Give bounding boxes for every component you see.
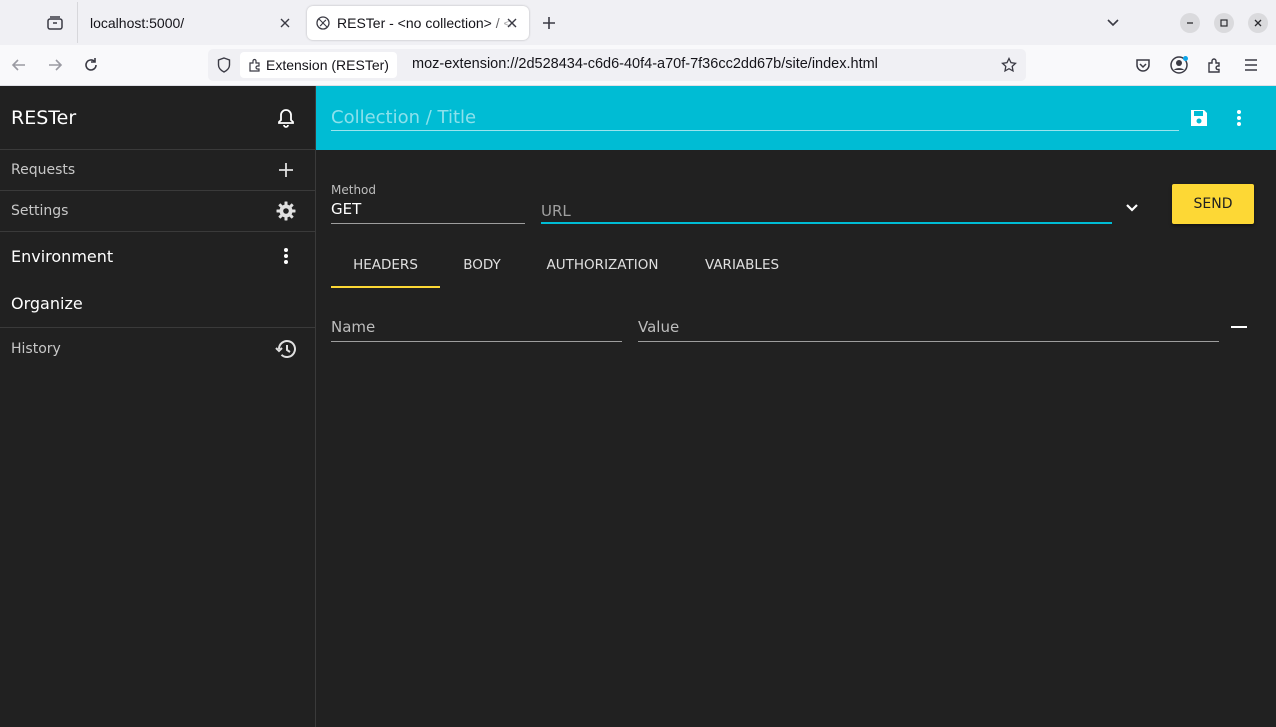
sidebar-item-environment[interactable]: Environment bbox=[0, 232, 315, 280]
tab-authorization[interactable]: AUTHORIZATION bbox=[524, 242, 681, 288]
bookmark-star-icon[interactable] bbox=[998, 54, 1020, 76]
save-icon[interactable] bbox=[1187, 106, 1211, 130]
method-select[interactable]: GET bbox=[331, 199, 525, 224]
request-tabs: HEADERS BODY AUTHORIZATION VARIABLES bbox=[331, 242, 803, 288]
maximize-icon[interactable] bbox=[1214, 13, 1234, 33]
sidebar-item-label: Organize bbox=[11, 294, 83, 313]
app-title: RESTer bbox=[11, 106, 77, 129]
sidebar-item-label: History bbox=[11, 340, 61, 357]
gear-icon[interactable] bbox=[275, 200, 297, 222]
request-toolbar bbox=[316, 86, 1276, 150]
url-text: moz-extension://2d528434-c6d6-40f4-a70f-… bbox=[412, 56, 878, 72]
more-vert-icon[interactable] bbox=[275, 245, 297, 267]
sidebar: RESTer Requests Settings Environment Org… bbox=[0, 86, 316, 727]
puzzle-icon bbox=[248, 58, 262, 72]
identity-chip[interactable]: Extension (RESTer) bbox=[240, 52, 397, 78]
browser-tab-bar: localhost:5000/ RESTer - <no collection>… bbox=[0, 0, 1276, 45]
window-close-icon[interactable] bbox=[1248, 13, 1268, 33]
method-label: Method bbox=[331, 183, 377, 197]
browser-tab-localhost[interactable]: localhost:5000/ bbox=[80, 6, 302, 40]
close-icon[interactable] bbox=[503, 14, 521, 32]
tab-separator bbox=[77, 2, 78, 43]
sidebar-item-history[interactable]: History bbox=[0, 328, 315, 369]
more-vert-icon[interactable] bbox=[1227, 106, 1251, 130]
sidebar-item-label: Settings bbox=[11, 203, 69, 219]
close-icon[interactable] bbox=[276, 14, 294, 32]
address-bar[interactable]: Extension (RESTer) moz-extension://2d528… bbox=[208, 49, 1026, 81]
chevron-down-icon[interactable] bbox=[1102, 12, 1124, 34]
forward-arrow-icon[interactable] bbox=[44, 54, 66, 76]
history-icon[interactable] bbox=[275, 338, 297, 360]
chevron-down-icon[interactable] bbox=[1122, 198, 1142, 218]
tab-variables[interactable]: VARIABLES bbox=[681, 242, 803, 288]
header-name-input[interactable]: Name bbox=[331, 318, 622, 342]
sidebar-item-label: Requests bbox=[11, 162, 76, 178]
tab-title: localhost:5000/ bbox=[90, 15, 185, 31]
header-value-input[interactable]: Value bbox=[638, 318, 1219, 342]
sidebar-item-requests[interactable]: Requests bbox=[0, 150, 315, 191]
reload-icon[interactable] bbox=[80, 54, 102, 76]
minimize-icon[interactable] bbox=[1180, 13, 1200, 33]
new-tab-icon[interactable] bbox=[538, 12, 560, 34]
sidebar-item-label: Environment bbox=[11, 246, 114, 266]
browser-tab-rester[interactable]: RESTer - <no collection> / <untitled> bbox=[307, 6, 529, 40]
plus-icon[interactable] bbox=[275, 159, 297, 181]
collection-title-input[interactable] bbox=[331, 104, 1179, 131]
extensions-icon[interactable] bbox=[1204, 54, 1226, 76]
send-button[interactable]: SEND bbox=[1172, 184, 1254, 224]
url-input[interactable] bbox=[541, 199, 1112, 224]
tab-body[interactable]: BODY bbox=[440, 242, 524, 288]
sidebar-header: RESTer bbox=[0, 86, 315, 150]
tab-headers[interactable]: HEADERS bbox=[331, 242, 440, 288]
bell-icon[interactable] bbox=[275, 107, 297, 129]
main-panel: Method GET SEND HEADERS BODY AUTHORIZATI… bbox=[316, 86, 1276, 727]
remove-header-icon[interactable] bbox=[1231, 326, 1247, 328]
sidebar-item-settings[interactable]: Settings bbox=[0, 191, 315, 232]
identity-label: Extension (RESTer) bbox=[266, 57, 389, 73]
browser-nav-bar: Extension (RESTer) moz-extension://2d528… bbox=[0, 45, 1276, 86]
sidebar-item-organize[interactable]: Organize bbox=[0, 280, 315, 328]
tab-title: RESTer - <no collection> / <untitled> bbox=[337, 15, 515, 31]
tab-overview-icon[interactable] bbox=[38, 8, 72, 38]
back-arrow-icon[interactable] bbox=[8, 54, 30, 76]
shield-icon[interactable] bbox=[214, 55, 234, 75]
pocket-icon[interactable] bbox=[1132, 54, 1154, 76]
menu-icon[interactable] bbox=[1240, 54, 1262, 76]
globe-icon bbox=[315, 15, 331, 31]
account-icon[interactable] bbox=[1168, 54, 1190, 76]
